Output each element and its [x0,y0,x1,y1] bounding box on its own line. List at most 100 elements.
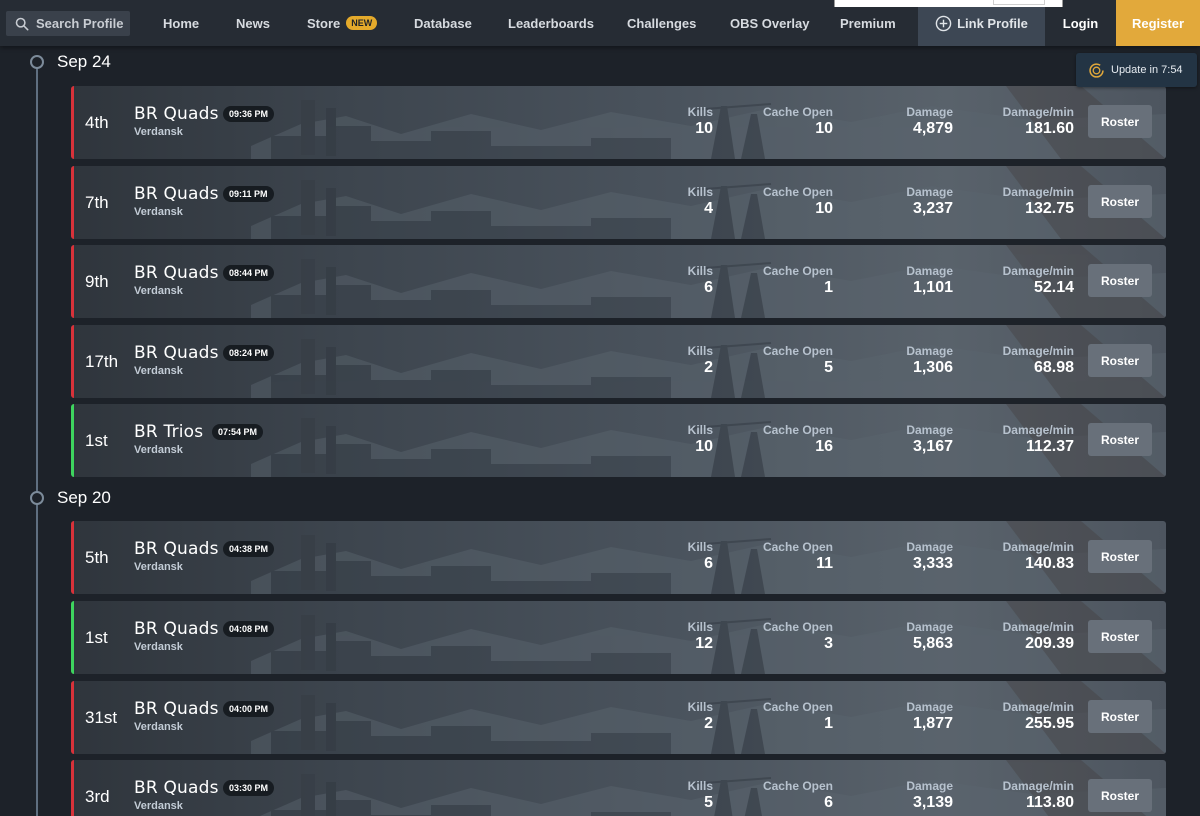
placement-label: 4th [85,112,109,132]
nav-home-link[interactable]: Home [163,0,199,46]
kills-stat: Kills 2 [688,344,713,377]
roster-button[interactable]: Roster [1088,185,1152,218]
kills-label: Kills [687,423,713,437]
nav-news-link[interactable]: News [236,0,270,46]
placement-label: 1st [85,430,108,450]
register-button[interactable]: Register [1116,0,1200,46]
roster-button[interactable]: Roster [1088,779,1152,812]
match-row[interactable]: 3rd BR Quads Verdansk 03:30 PM Kills 5 Cache O… [71,760,1166,816]
kills-stat: Kills 5 [688,779,713,812]
cache-open-value: 1 [824,279,833,296]
nav-store-link[interactable]: Store NEW [307,0,378,46]
damage-stat: Damage 5,863 [906,620,953,653]
cache-open-value: 1 [824,715,833,732]
placement-label: 7th [85,192,109,212]
damage-label: Damage [906,779,953,793]
update-timer-badge: Update in 7:54 [1076,53,1197,87]
placement-label: 17th [85,351,119,371]
cache-open-value: 3 [824,635,833,652]
win-indicator [71,404,74,477]
match-row[interactable]: 7th BR Quads Verdansk 09:11 PM Kills 4 Cache O… [71,166,1166,239]
match-row[interactable]: 1st BR Quads Verdansk 04:08 PM Kills 12 Cache … [71,601,1166,674]
map-name-label: Verdansk [134,285,183,297]
damage-value: 3,333 [912,555,953,572]
loss-indicator [71,681,74,754]
map-name-label: Verdansk [134,126,183,138]
damage-per-min-label: Damage/min [1002,700,1074,714]
damage-label: Damage [906,344,953,358]
cache-open-value: 6 [824,794,833,811]
cache-open-value: 16 [815,438,833,455]
day-header: Sep 24 [30,52,111,72]
roster-button[interactable]: Roster [1088,700,1152,733]
cache-open-label: Cache Open [762,423,833,437]
cache-open-value: 5 [824,359,833,376]
kills-label: Kills [687,105,713,119]
match-time-badge: 07:54 PM [212,424,264,440]
damage-per-min-stat: Damage/min 113.80 [1003,779,1074,812]
day-date-label: Sep 20 [57,488,111,507]
placement-label: 5th [85,547,109,567]
damage-value: 5,863 [912,635,953,652]
search-profile-button[interactable]: Search Profile [6,11,130,36]
damage-label: Damage [906,185,953,199]
roster-button[interactable]: Roster [1088,540,1152,573]
game-mode-label: BR Quads [134,619,219,639]
cache-open-stat: Cache Open 3 [763,620,833,653]
match-row[interactable]: 4th BR Quads Verdansk 09:36 PM Kills 10 Cache … [71,86,1166,159]
placement-label: 1st [85,627,108,647]
roster-button[interactable]: Roster [1088,620,1152,653]
kills-stat: Kills 10 [688,105,713,138]
cache-open-label: Cache Open [762,105,833,119]
loss-indicator [71,325,74,398]
game-mode-label: BR Quads [134,104,219,124]
kills-stat: Kills 4 [688,185,713,218]
timeline-dot [30,55,44,69]
damage-value: 1,306 [912,359,953,376]
kills-label: Kills [687,264,713,278]
loss-indicator [71,760,74,816]
nav-database-link[interactable]: Database [414,0,472,46]
map-name-label: Verdansk [134,721,183,733]
match-row[interactable]: 17th BR Quads Verdansk 08:24 PM Kills 2 Cache … [71,325,1166,398]
roster-button[interactable]: Roster [1088,105,1152,138]
damage-per-min-value: 112.37 [1025,438,1074,455]
roster-button[interactable]: Roster [1088,264,1152,297]
damage-per-min-stat: Damage/min 52.14 [1003,264,1074,297]
loss-indicator [71,166,74,239]
kills-value: 4 [704,200,713,217]
damage-value: 3,139 [912,794,953,811]
damage-value: 4,879 [912,120,953,137]
kills-stat: Kills 2 [688,700,713,733]
update-timer-label: Update in 7:54 [1111,64,1183,76]
kills-value: 2 [704,359,713,376]
kills-value: 5 [704,794,713,811]
damage-per-min-stat: Damage/min 112.37 [1003,423,1074,456]
match-row[interactable]: 1st BR Trios Verdansk 07:54 PM Kills 10 Cache … [71,404,1166,477]
match-time-badge: 08:24 PM [223,345,275,361]
damage-per-min-label: Damage/min [1002,185,1074,199]
match-time-badge: 04:38 PM [223,541,275,557]
damage-per-min-value: 140.83 [1025,555,1074,572]
cache-open-stat: Cache Open 6 [763,779,833,812]
cache-open-value: 11 [816,555,833,572]
damage-value: 1,101 [912,279,953,296]
overlay-popup-field [993,0,1045,5]
kills-stat: Kills 6 [688,264,713,297]
kills-value: 6 [704,279,713,296]
match-row[interactable]: 5th BR Quads Verdansk 04:38 PM Kills 6 Cache O… [71,521,1166,594]
match-row[interactable]: 9th BR Quads Verdansk 08:44 PM Kills 6 Cache O… [71,245,1166,318]
loss-indicator [71,86,74,159]
damage-per-min-value: 209.39 [1025,635,1074,652]
match-row[interactable]: 31st BR Quads Verdansk 04:00 PM Kills 2 Cache … [71,681,1166,754]
nav-obs-overlay-link[interactable]: OBS Overlay [730,0,810,46]
nav-challenges-link[interactable]: Challenges [627,0,696,46]
damage-per-min-stat: Damage/min 181.60 [1003,105,1074,138]
roster-button[interactable]: Roster [1088,423,1152,456]
damage-per-min-label: Damage/min [1002,540,1074,554]
kills-value: 10 [695,120,713,137]
roster-button[interactable]: Roster [1088,344,1152,377]
damage-stat: Damage 4,879 [906,105,953,138]
nav-leaderboards-link[interactable]: Leaderboards [508,0,594,46]
cache-open-label: Cache Open [762,344,833,358]
